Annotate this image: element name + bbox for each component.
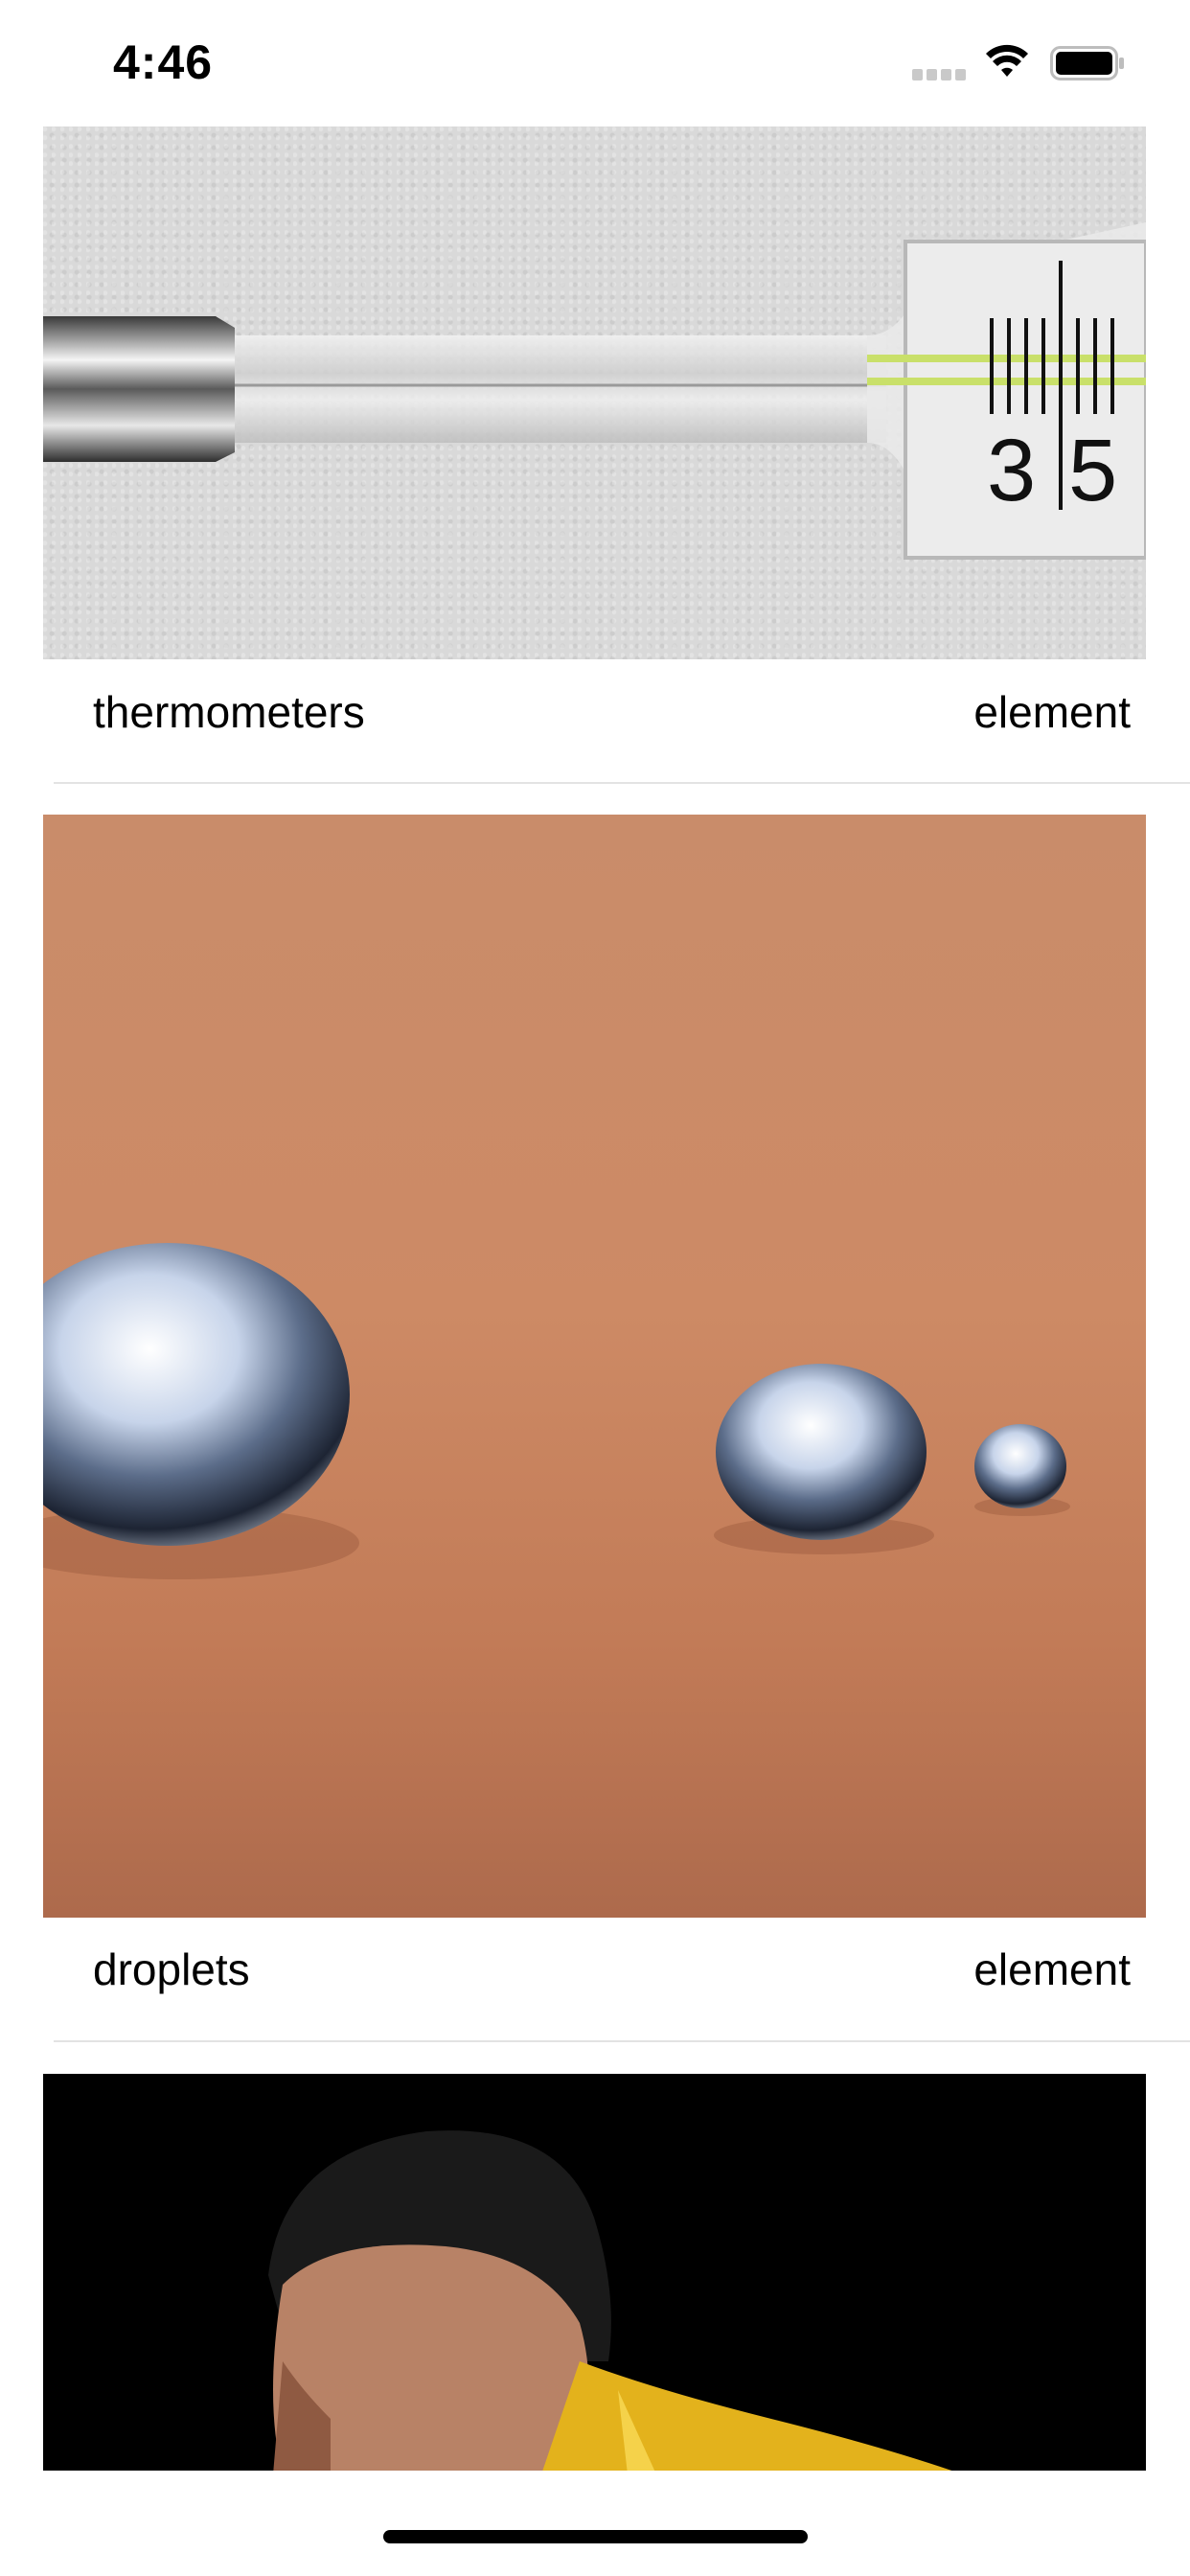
signal-icon: [912, 69, 968, 82]
feed-card[interactable]: droplets element: [0, 815, 1190, 2074]
thermometer-photo-icon: 3 5: [43, 222, 1146, 560]
status-time: 4:46: [113, 35, 214, 89]
svg-text:5: 5: [1068, 422, 1117, 519]
card-image[interactable]: [43, 2074, 1146, 2471]
home-indicator[interactable]: [383, 2530, 808, 2543]
feed-card[interactable]: [0, 2074, 1190, 2471]
card-image[interactable]: [43, 815, 1146, 1918]
card-divider: [54, 782, 1190, 784]
portrait-photo-icon: [268, 2130, 952, 2471]
app-screen: 4:46 3 5 thermometers element droplets e…: [0, 0, 1190, 2576]
feed-card[interactable]: 3 5 thermometers element: [0, 126, 1190, 786]
card-category: element: [973, 687, 1131, 737]
wifi-icon: [986, 44, 1028, 77]
card-caption: droplets: [93, 1944, 250, 1994]
card-caption: thermometers: [93, 687, 365, 737]
svg-text:3: 3: [987, 422, 1036, 519]
card-divider: [54, 2040, 1190, 2042]
card-image[interactable]: 3 5: [43, 126, 1146, 659]
element-feed[interactable]: 3 5 thermometers element droplets elemen…: [0, 126, 1190, 2471]
card-category: element: [973, 1944, 1131, 1994]
battery-icon: [1050, 46, 1124, 80]
status-bar: 4:46: [0, 0, 1190, 126]
mercury-droplets-photo-icon: [43, 1243, 1070, 1579]
